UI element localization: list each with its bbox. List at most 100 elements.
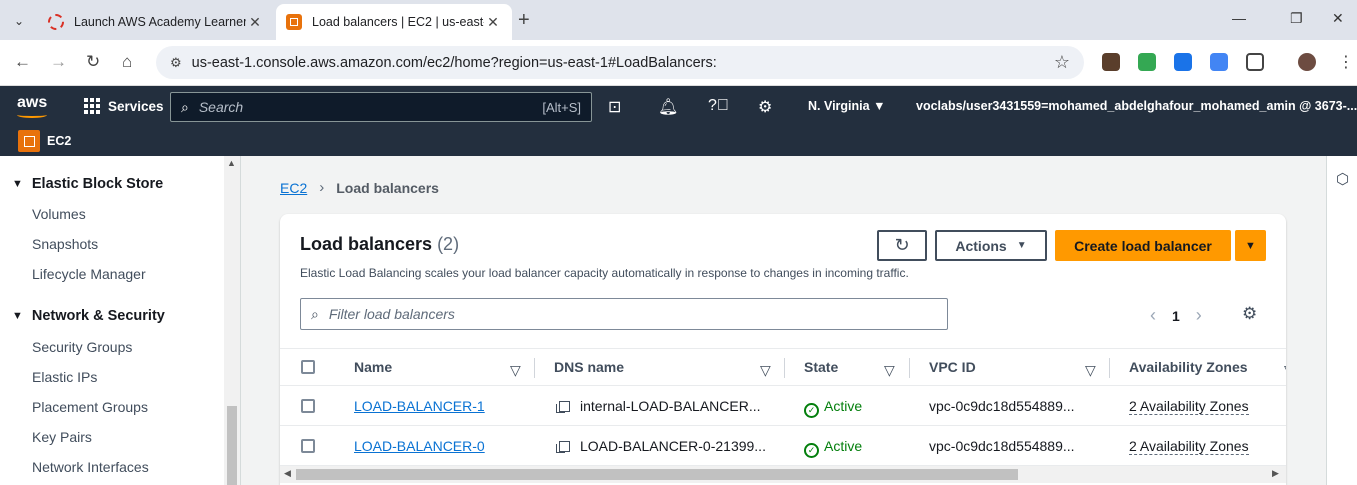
site-info-icon[interactable]: ⚙ xyxy=(170,55,182,71)
column-header-name[interactable]: Name xyxy=(354,359,392,375)
right-utility-rail: ⬡ xyxy=(1326,156,1357,485)
column-divider[interactable] xyxy=(909,358,910,378)
column-divider[interactable] xyxy=(784,358,785,378)
back-icon[interactable]: ← xyxy=(14,52,31,72)
sidebar-item-security-groups[interactable]: Security Groups xyxy=(32,339,132,355)
browser-menu-icon[interactable]: ⋮ xyxy=(1338,52,1354,72)
scroll-right-icon[interactable]: ▶ xyxy=(1272,468,1279,479)
column-header-availability-zones[interactable]: Availability Zones xyxy=(1129,359,1248,375)
sidebar-section-elastic-block-store[interactable]: ▼ Elastic Block Store xyxy=(12,176,163,192)
extension-1-icon[interactable] xyxy=(1102,53,1120,71)
column-header-state[interactable]: State xyxy=(804,359,838,375)
browser-tab-aws-academy[interactable]: Launch AWS Academy Learner L ✕ xyxy=(38,4,274,40)
next-page-icon[interactable]: › xyxy=(1196,305,1202,326)
info-panel-hexagon-icon[interactable]: ⬡ xyxy=(1336,170,1349,188)
url-text: us-east-1.console.aws.amazon.com/ec2/hom… xyxy=(191,54,717,71)
table-row[interactable]: LOAD-BALANCER-1 internal-LOAD-BALANCER..… xyxy=(280,386,1286,426)
cloudshell-icon[interactable]: ⊡ xyxy=(608,97,621,117)
bookmark-star-icon[interactable]: ☆ xyxy=(1054,52,1070,73)
reload-icon[interactable]: ↻ xyxy=(86,52,100,72)
profile-avatar[interactable] xyxy=(1298,53,1316,71)
aws-logo[interactable]: aws xyxy=(17,94,47,118)
browser-tab-load-balancers[interactable]: Load balancers | EC2 | us-east-1 ✕ xyxy=(276,4,512,40)
close-tab-icon[interactable]: ✕ xyxy=(246,14,264,31)
table-horizontal-scrollbar[interactable]: ◀ ▶ xyxy=(280,466,1286,483)
filter-input[interactable]: ⌕ Filter load balancers xyxy=(300,298,948,330)
settings-gear-icon[interactable]: ⚙ xyxy=(758,97,772,117)
previous-page-icon[interactable]: ‹ xyxy=(1150,305,1156,326)
sidebar-section-network-security[interactable]: ▼ Network & Security xyxy=(12,308,165,324)
browser-address-bar: ← → ↻ ⌂ ⚙ us-east-1.console.aws.amazon.c… xyxy=(0,40,1357,86)
column-header-dns-name[interactable]: DNS name xyxy=(554,359,624,375)
column-divider[interactable] xyxy=(534,358,535,378)
table-row[interactable]: LOAD-BALANCER-0 LOAD-BALANCER-0-21399...… xyxy=(280,426,1286,466)
new-tab-icon[interactable]: + xyxy=(518,9,530,32)
close-tab-icon[interactable]: ✕ xyxy=(484,14,502,31)
sidebar-item-placement-groups[interactable]: Placement Groups xyxy=(32,399,148,415)
help-icon[interactable]: ?⃝ xyxy=(708,97,729,115)
row-checkbox[interactable] xyxy=(301,439,315,453)
tab-search-chevron-icon[interactable]: ⌄ xyxy=(6,8,32,34)
sidebar-item-key-pairs[interactable]: Key Pairs xyxy=(32,429,92,445)
sidebar-item-snapshots[interactable]: Snapshots xyxy=(32,236,98,252)
restore-icon[interactable]: ❐ xyxy=(1290,10,1303,27)
translate-extension-icon[interactable] xyxy=(1210,53,1228,71)
minimize-icon[interactable]: — xyxy=(1232,10,1246,26)
region-selector[interactable]: N. Virginia ▼ xyxy=(808,99,885,113)
account-menu[interactable]: voclabs/user3431559=mohamed_abdelghafour… xyxy=(916,99,1357,113)
dns-name-cell: LOAD-BALANCER-0-21399... xyxy=(556,438,766,454)
sidebar-item-network-interfaces[interactable]: Network Interfaces xyxy=(32,459,149,475)
sidebar-scrollbar[interactable]: ▲ xyxy=(224,156,240,485)
close-window-icon[interactable]: ✕ xyxy=(1332,10,1344,27)
services-label: Services xyxy=(108,98,164,114)
column-divider[interactable] xyxy=(1109,358,1110,378)
select-all-checkbox[interactable] xyxy=(301,360,315,374)
search-icon: ⌕ xyxy=(311,305,319,322)
scroll-up-icon[interactable]: ▲ xyxy=(227,158,236,168)
availability-zones-popover[interactable]: 2 Availability Zones xyxy=(1129,398,1249,415)
home-icon[interactable]: ⌂ xyxy=(122,52,132,72)
scrollbar-thumb[interactable] xyxy=(227,406,237,485)
availability-zones-popover[interactable]: 2 Availability Zones xyxy=(1129,438,1249,455)
scrollbar-thumb[interactable] xyxy=(296,469,1018,480)
actions-button[interactable]: Actions ▼ xyxy=(935,230,1047,261)
sort-icon[interactable]: ▽ xyxy=(1284,362,1286,379)
sort-icon[interactable]: ▽ xyxy=(884,362,895,379)
extensions-puzzle-icon[interactable] xyxy=(1246,53,1264,71)
sort-icon[interactable]: ▽ xyxy=(510,362,521,379)
copy-icon[interactable] xyxy=(556,401,570,413)
create-dropdown-button[interactable]: ▼ xyxy=(1235,230,1266,261)
sidebar-item-elastic-ips[interactable]: Elastic IPs xyxy=(32,369,97,385)
load-balancer-name-link[interactable]: LOAD-BALANCER-0 xyxy=(354,438,485,454)
notifications-bell-icon[interactable]: 🔔︎ xyxy=(658,97,678,117)
caret-down-icon: ▼ xyxy=(1245,239,1256,252)
url-input[interactable]: ⚙ us-east-1.console.aws.amazon.com/ec2/h… xyxy=(156,46,1084,79)
service-label[interactable]: EC2 xyxy=(47,134,71,148)
sidebar-item-volumes[interactable]: Volumes xyxy=(32,206,86,222)
aws-search-input[interactable]: ⌕ Search [Alt+S] xyxy=(170,92,592,122)
copy-icon[interactable] xyxy=(556,441,570,453)
extension-3-icon[interactable] xyxy=(1174,53,1192,71)
panel-description: Elastic Load Balancing scales your load … xyxy=(300,266,909,280)
row-checkbox[interactable] xyxy=(301,399,315,413)
breadcrumb-ec2-link[interactable]: EC2 xyxy=(280,180,307,196)
refresh-button[interactable]: ↻ xyxy=(877,230,927,261)
forward-icon[interactable]: → xyxy=(50,52,67,72)
ec2-service-icon[interactable] xyxy=(18,130,40,152)
tab-title: Launch AWS Academy Learner L xyxy=(74,15,246,29)
create-load-balancer-button[interactable]: Create load balancer xyxy=(1055,230,1231,261)
sort-icon[interactable]: ▽ xyxy=(1085,362,1096,379)
services-menu-button[interactable]: Services xyxy=(84,98,164,114)
extension-2-icon[interactable] xyxy=(1138,53,1156,71)
load-balancer-name-link[interactable]: LOAD-BALANCER-1 xyxy=(354,398,485,414)
sort-icon[interactable]: ▽ xyxy=(760,362,771,379)
tab-title: Load balancers | EC2 | us-east-1 xyxy=(312,15,484,29)
column-header-vpc-id[interactable]: VPC ID xyxy=(929,359,976,375)
sidebar-item-lifecycle-manager[interactable]: Lifecycle Manager xyxy=(32,266,146,282)
current-page[interactable]: 1 xyxy=(1172,308,1180,324)
filter-placeholder: Filter load balancers xyxy=(328,306,455,322)
page-title: Load balancers (2) xyxy=(300,234,460,254)
scroll-left-icon[interactable]: ◀ xyxy=(284,468,291,479)
table-preferences-gear-icon[interactable]: ⚙ xyxy=(1242,304,1257,324)
breadcrumb: EC2 › Load balancers xyxy=(280,179,439,196)
